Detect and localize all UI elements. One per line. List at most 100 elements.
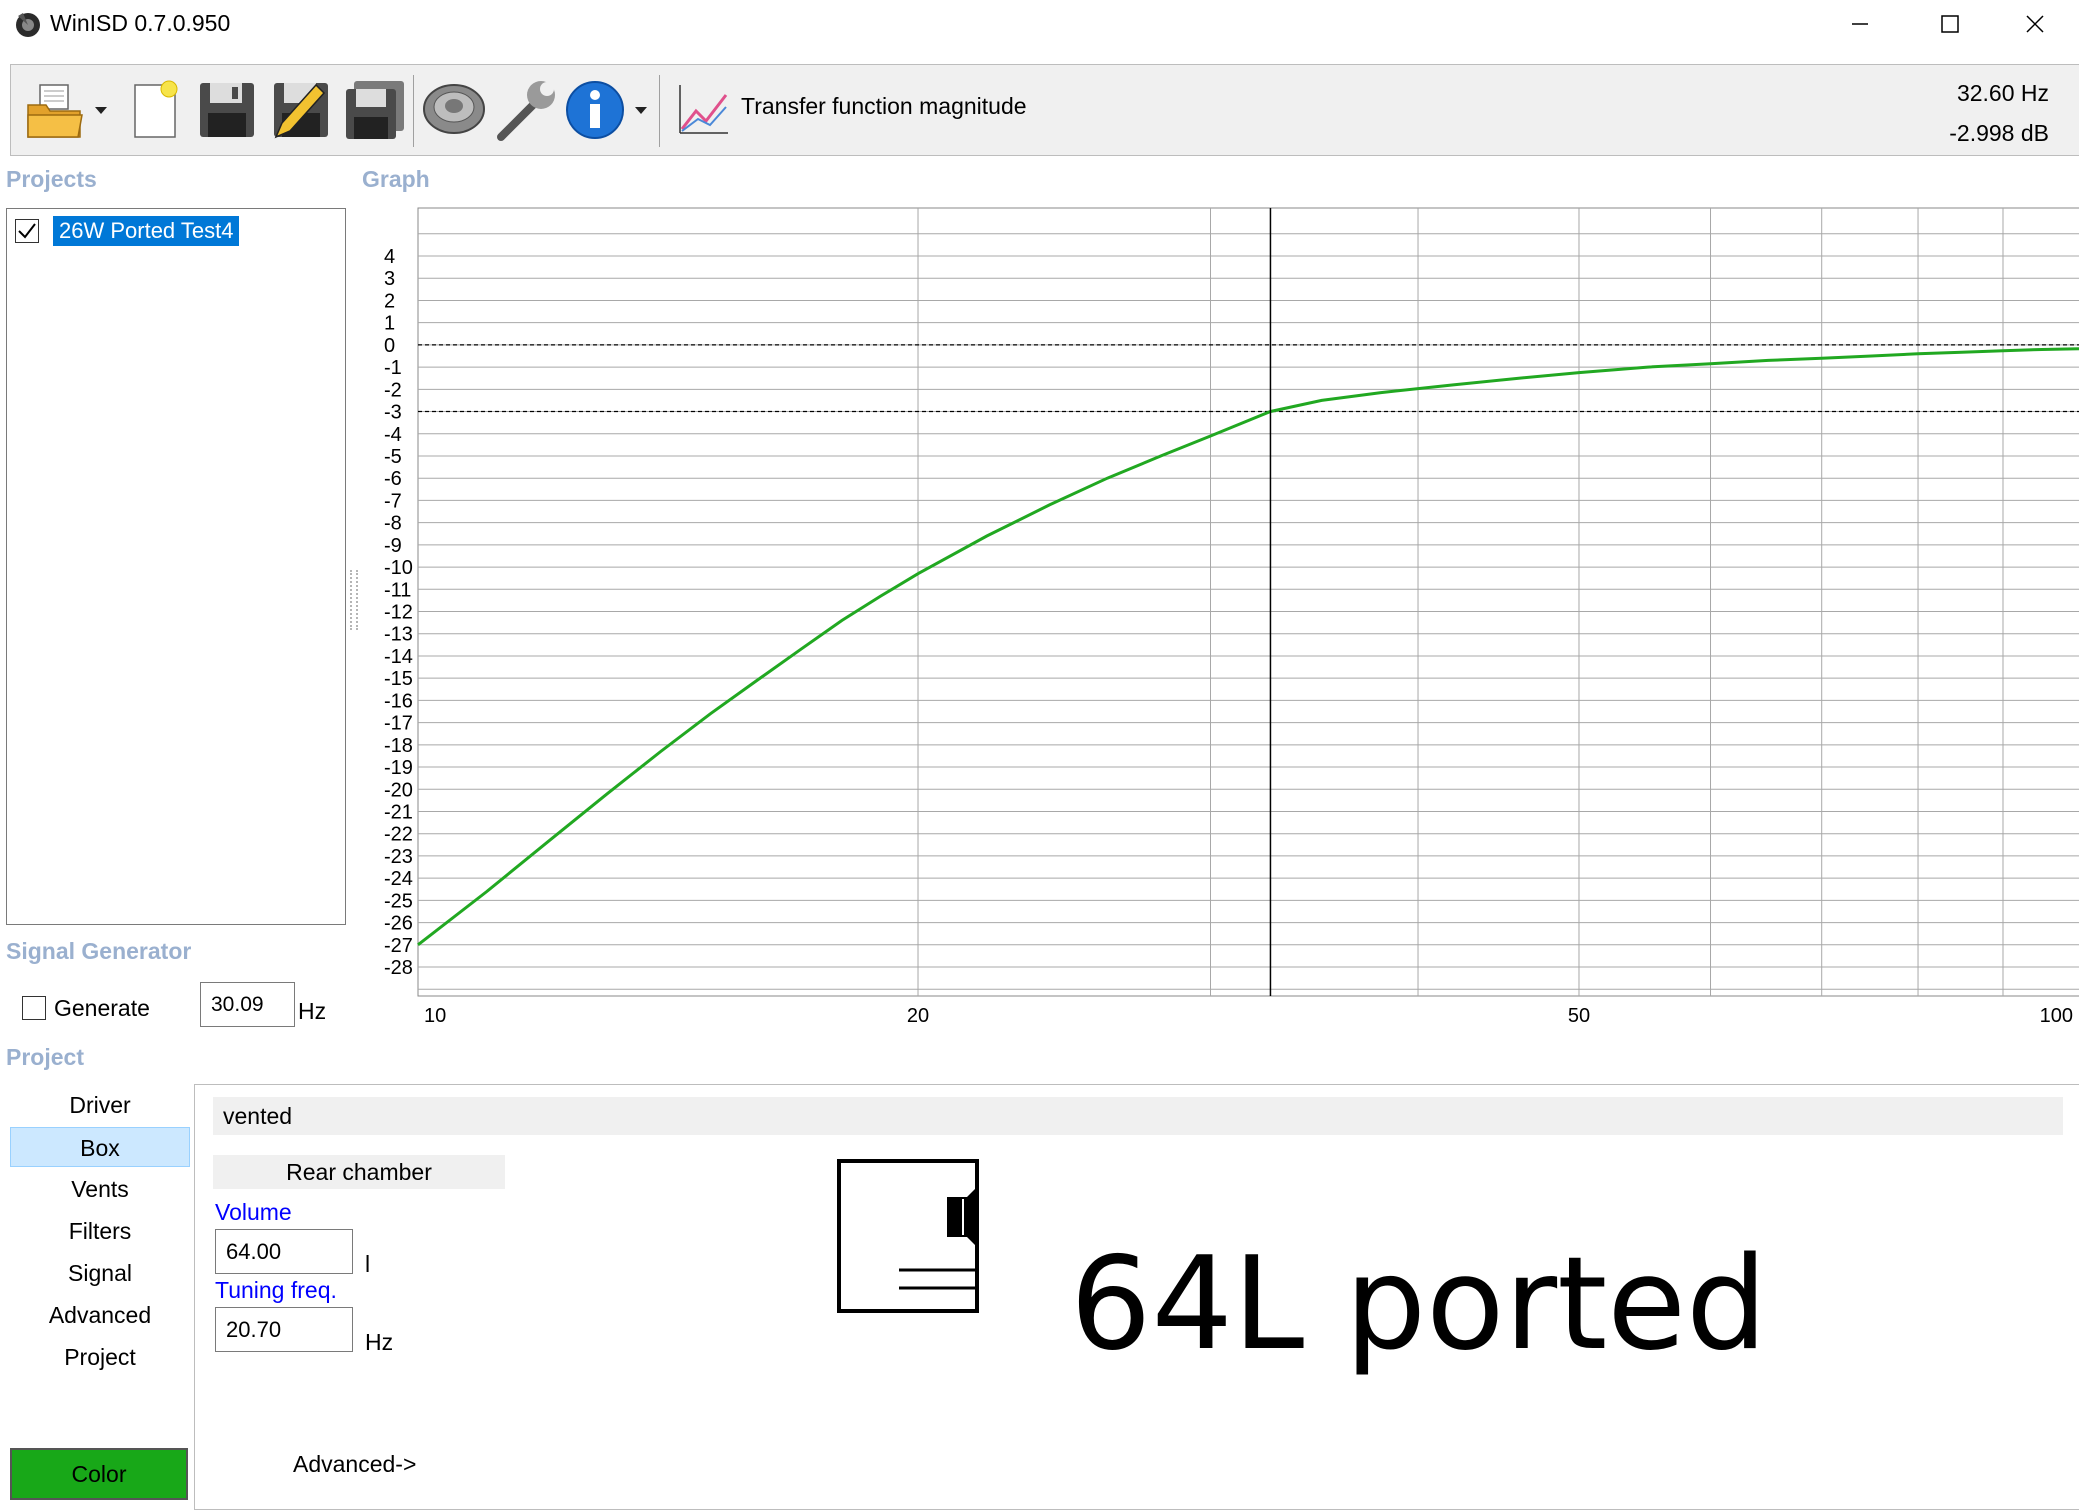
app-icon — [16, 13, 40, 37]
y-tick-label: -15 — [384, 668, 413, 690]
y-tick-label: -9 — [384, 535, 402, 557]
advanced-link[interactable]: Advanced-> — [293, 1451, 416, 1478]
y-tick-label: -27 — [384, 935, 413, 957]
nav-vents[interactable]: Vents — [10, 1169, 190, 1209]
volume-label: Volume — [215, 1199, 292, 1225]
open-project-button[interactable] — [23, 75, 87, 145]
project-nav: Driver Box Vents Filters Signal Advanced… — [0, 1085, 195, 1415]
x-tick-label: 10 — [424, 1005, 446, 1027]
graph-chart-icon — [679, 85, 728, 134]
rear-chamber-header: Rear chamber — [213, 1155, 505, 1189]
chevron-down-icon — [95, 107, 107, 114]
x-tick-label: 50 — [1568, 1005, 1590, 1027]
tools-icon — [497, 81, 555, 141]
y-tick-label: -20 — [384, 779, 413, 801]
toolbar: Transfer function magnitude 32.60 Hz -2.… — [10, 64, 2079, 156]
project-item-label[interactable]: 26W Ported Test4 — [51, 215, 241, 247]
tuning-freq-input[interactable]: 20.70 — [215, 1307, 353, 1352]
save-button[interactable] — [194, 75, 260, 145]
title-bar: WinISD 0.7.0.950 — [0, 0, 2079, 48]
y-tick-label: -10 — [384, 557, 413, 579]
y-tick-label: -13 — [384, 624, 413, 646]
y-tick-label: -16 — [384, 690, 413, 712]
y-tick-label: -3 — [384, 402, 402, 424]
y-tick-label: -8 — [384, 513, 402, 535]
projects-list[interactable]: 26W Ported Test4 — [6, 208, 346, 925]
y-tick-label: 4 — [384, 246, 395, 268]
vented-box-icon — [837, 1159, 979, 1313]
maximize-icon — [1941, 15, 1959, 33]
nav-signal[interactable]: Signal — [10, 1253, 190, 1293]
minimize-button[interactable] — [1815, 0, 1905, 48]
box-type-label: vented — [213, 1097, 2063, 1135]
y-tick-label: 0 — [384, 335, 395, 357]
info-dropdown-button[interactable] — [631, 75, 651, 145]
y-tick-label: -26 — [384, 913, 413, 935]
signal-frequency-input[interactable]: 30.09 — [200, 982, 295, 1027]
window-title: WinISD 0.7.0.950 — [50, 10, 231, 36]
y-tick-label: -23 — [384, 846, 413, 868]
toolbar-separator — [659, 75, 660, 147]
open-folder-icon — [27, 84, 83, 138]
save-all-icon — [346, 81, 404, 139]
nav-driver[interactable]: Driver — [10, 1085, 190, 1125]
x-tick-label: 100 — [2040, 1005, 2073, 1027]
project-heading: Project — [6, 1044, 84, 1070]
open-dropdown-button[interactable] — [91, 75, 111, 145]
close-icon — [2026, 15, 2044, 33]
graph-type-label[interactable]: Transfer function magnitude — [741, 93, 1027, 120]
y-tick-label: -12 — [384, 602, 413, 624]
generate-checkbox[interactable] — [22, 996, 46, 1020]
nav-filters[interactable]: Filters — [10, 1211, 190, 1251]
y-tick-label: -17 — [384, 713, 413, 735]
info-button[interactable] — [563, 75, 627, 145]
graph-type-button[interactable] — [673, 75, 733, 145]
nav-advanced[interactable]: Advanced — [10, 1295, 190, 1335]
new-project-icon — [134, 80, 178, 138]
volume-unit: l — [365, 1251, 371, 1277]
y-tick-label: 3 — [384, 268, 395, 290]
list-item[interactable]: 26W Ported Test4 — [7, 209, 345, 253]
save-icon — [200, 83, 254, 137]
save-all-button[interactable] — [342, 75, 408, 145]
nav-project[interactable]: Project — [10, 1337, 190, 1377]
tools-button[interactable] — [491, 75, 561, 145]
y-tick-label: 1 — [384, 313, 395, 335]
x-tick-label: 20 — [907, 1005, 929, 1027]
project-checkbox[interactable] — [15, 219, 39, 243]
maximize-button[interactable] — [1905, 0, 1995, 48]
y-tick-label: -18 — [384, 735, 413, 757]
projects-heading: Projects — [6, 166, 97, 192]
driver-editor-button[interactable] — [419, 75, 489, 145]
new-project-button[interactable] — [123, 75, 183, 145]
nav-box[interactable]: Box — [10, 1127, 190, 1167]
save-as-button[interactable] — [268, 75, 334, 145]
y-tick-label: -6 — [384, 468, 402, 490]
y-tick-label: -1 — [384, 357, 402, 379]
transfer-function-chart[interactable]: 43210-1-2-3-4-5-6-7-8-9-10-11-12-13-14-1… — [350, 200, 2079, 1030]
tuning-freq-label: Tuning freq. — [215, 1277, 337, 1303]
volume-input[interactable]: 64.00 — [215, 1229, 353, 1274]
close-button[interactable] — [1990, 0, 2079, 48]
cursor-frequency-readout: 32.60 Hz — [1956, 80, 2049, 106]
chevron-down-icon — [635, 107, 647, 114]
color-button[interactable]: Color — [10, 1448, 188, 1500]
y-axis-ticks: 43210-1-2-3-4-5-6-7-8-9-10-11-12-13-14-1… — [384, 246, 413, 979]
y-tick-label: -11 — [384, 579, 411, 601]
y-tick-label: -14 — [384, 646, 413, 668]
y-tick-label: -22 — [384, 824, 413, 846]
chart-grid — [417, 207, 2079, 997]
driver-icon — [423, 84, 485, 134]
toolbar-separator — [413, 75, 414, 147]
generate-label[interactable]: Generate — [54, 995, 150, 1022]
y-tick-label: -25 — [384, 890, 413, 912]
graph-heading: Graph — [362, 166, 430, 192]
save-as-icon — [274, 83, 328, 139]
y-tick-label: -7 — [384, 490, 402, 512]
y-tick-label: -2 — [384, 379, 402, 401]
signal-frequency-unit: Hz — [298, 998, 327, 1024]
cursor-level-readout: -2.998 dB — [1949, 120, 2049, 146]
y-tick-label: -5 — [384, 446, 402, 468]
signal-generator-heading: Signal Generator — [6, 938, 192, 964]
checkmark-icon — [18, 223, 36, 239]
